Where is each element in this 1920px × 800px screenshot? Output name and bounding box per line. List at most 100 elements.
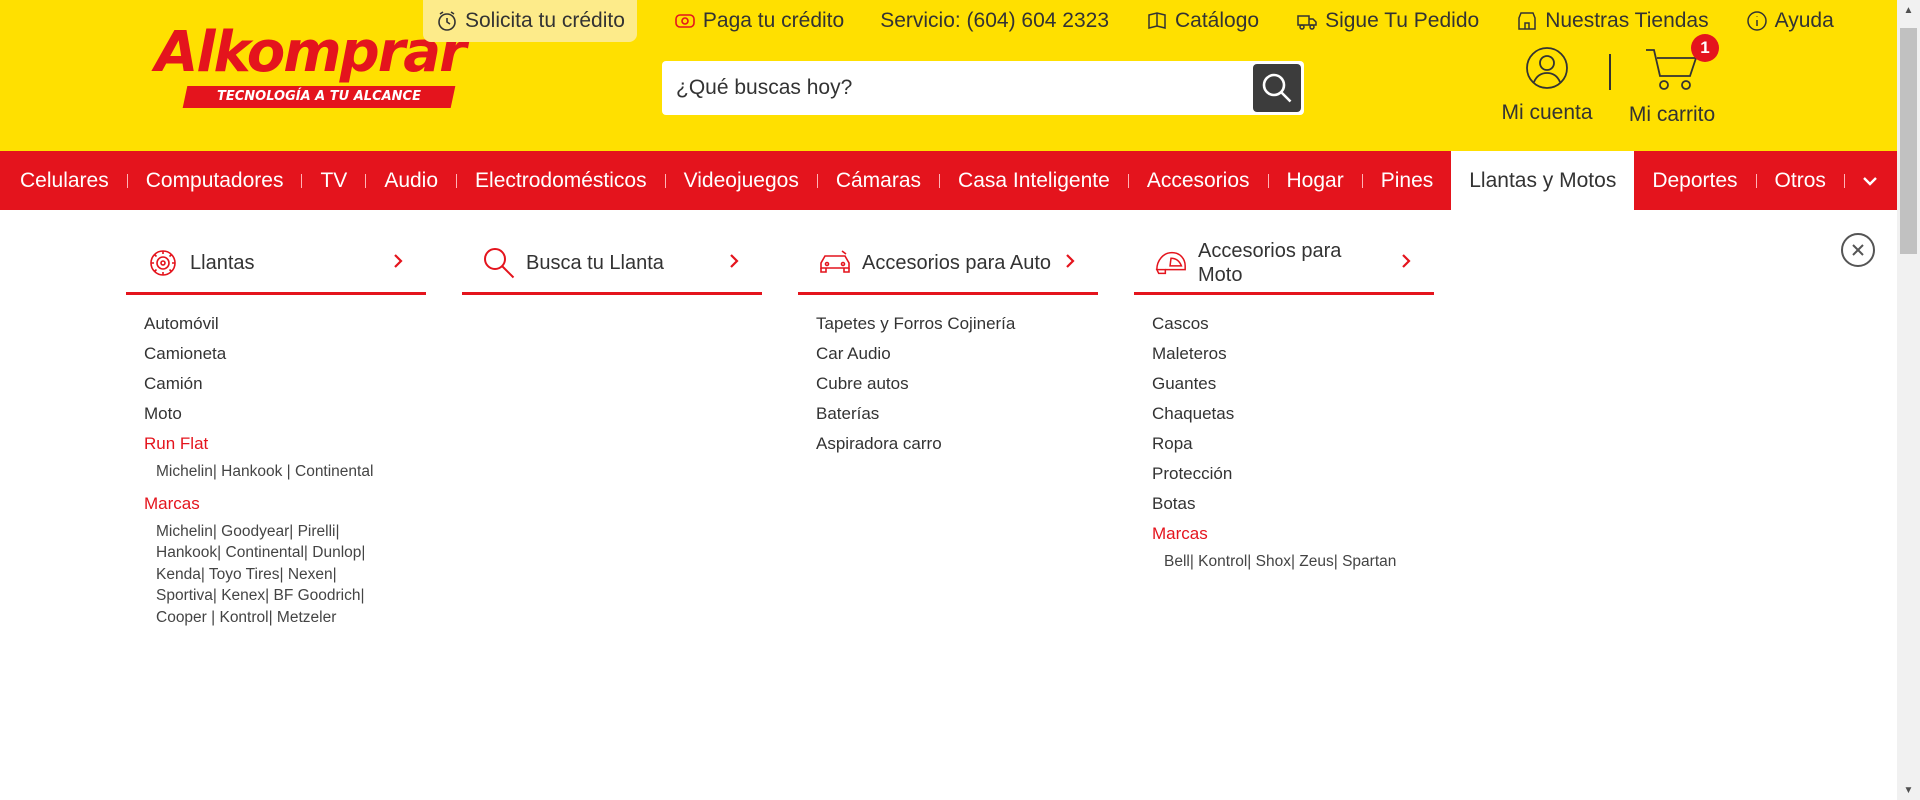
menu-link-tapetes[interactable]: Tapetes y Forros Cojinería: [816, 309, 1098, 339]
menu-column-title: Accesorios para Auto: [862, 251, 1051, 274]
nav-item-camaras[interactable]: Cámaras: [818, 151, 939, 210]
menu-link-automovil[interactable]: Automóvil: [144, 309, 426, 339]
store-icon: [1518, 12, 1536, 30]
site-header: Alkomprar TECNOLOGÍA A TU ALCANCE Solici…: [0, 0, 1897, 151]
solicita-credito-link[interactable]: Solicita tu crédito: [423, 0, 637, 42]
close-menu-button[interactable]: [1841, 233, 1875, 267]
menu-link-ropa[interactable]: Ropa: [1152, 429, 1434, 459]
top-link-label: Servicio: (604) 604 2323: [880, 9, 1109, 32]
header-divider: [1609, 54, 1611, 90]
mi-carrito-button[interactable]: 1 Mi carrito: [1625, 34, 1719, 127]
scrollbar-thumb[interactable]: [1900, 28, 1917, 254]
menu-link-chaquetas[interactable]: Chaquetas: [1152, 399, 1434, 429]
search-button[interactable]: [1253, 64, 1301, 112]
run-flat-brands[interactable]: Michelin| Hankook | Continental: [144, 461, 414, 483]
menu-list: Automóvil Camioneta Camión Moto Run Flat…: [126, 309, 426, 628]
menu-link-marcas-moto[interactable]: Marcas: [1152, 519, 1434, 549]
user-icon: [1526, 47, 1568, 89]
nav-item-otros[interactable]: Otros: [1757, 151, 1844, 210]
nav-item-pines[interactable]: Pines: [1363, 151, 1452, 210]
menu-column-accesorios-moto: Accesorios para Moto Cascos Maleteros Gu…: [1134, 233, 1434, 579]
mi-cuenta-button[interactable]: Mi cuenta: [1500, 46, 1594, 125]
top-link-label: Catálogo: [1175, 9, 1260, 32]
chevron-down-icon: [1863, 176, 1877, 186]
top-link-label: Paga tu crédito: [702, 9, 845, 32]
nav-item-hogar[interactable]: Hogar: [1269, 151, 1362, 210]
catalog-icon: [1148, 12, 1166, 29]
info-icon: [1746, 11, 1767, 31]
page-scrollbar[interactable]: ▲ ▼: [1897, 0, 1920, 800]
scroll-down-arrow[interactable]: ▼: [1897, 780, 1920, 800]
nav-item-audio[interactable]: Audio: [366, 151, 456, 210]
paga-credito-link[interactable]: Paga tu crédito: [673, 0, 844, 42]
mi-cuenta-label: Mi cuenta: [1501, 101, 1593, 124]
mi-carrito-label: Mi carrito: [1628, 103, 1716, 126]
nav-item-videojuegos[interactable]: Videojuegos: [666, 151, 817, 210]
scroll-up-arrow[interactable]: ▲: [1897, 0, 1920, 20]
nav-item-tv[interactable]: TV: [302, 151, 365, 210]
menu-link-moto[interactable]: Moto: [144, 399, 426, 429]
nav-item-celulares[interactable]: Celulares: [0, 151, 127, 210]
nav-item-llantas-y-motos[interactable]: Llantas y Motos: [1451, 151, 1635, 210]
clock-icon: [438, 11, 456, 31]
servicio-phone-link[interactable]: Servicio: (604) 604 2323: [880, 0, 1109, 42]
search-input[interactable]: [662, 61, 1252, 115]
close-icon: [1852, 244, 1864, 256]
moto-brands-list[interactable]: Bell| Kontrol| Shox| Zeus| Spartan: [1152, 551, 1422, 573]
top-links-bar: Solicita tu crédito Paga tu crédito Serv…: [423, 0, 1870, 42]
sigue-pedido-link[interactable]: Sigue Tu Pedido: [1295, 0, 1479, 42]
tire-icon: [146, 246, 180, 280]
nav-item-electrodomesticos[interactable]: Electrodomésticos: [457, 151, 665, 210]
menu-column-header[interactable]: Busca tu Llanta: [462, 233, 762, 295]
menu-link-run-flat[interactable]: Run Flat: [144, 429, 426, 459]
truck-icon: [1297, 15, 1317, 30]
menu-link-proteccion[interactable]: Protección: [1152, 459, 1434, 489]
chevron-right-icon: [394, 254, 403, 268]
menu-column-accesorios-auto: Accesorios para Auto Tapetes y Forros Co…: [798, 233, 1098, 459]
top-link-label: Ayuda: [1774, 9, 1834, 32]
top-link-label: Sigue Tu Pedido: [1325, 9, 1480, 32]
menu-link-camioneta[interactable]: Camioneta: [144, 339, 426, 369]
menu-link-cubre-autos[interactable]: Cubre autos: [816, 369, 1098, 399]
menu-column-title: Busca tu Llanta: [526, 251, 664, 274]
nav-item-computadores[interactable]: Computadores: [128, 151, 302, 210]
search-bar: [662, 61, 1304, 115]
search-icon: [1262, 73, 1292, 103]
search-icon: [482, 246, 516, 280]
category-nav: Celulares Computadores TV Audio Electrod…: [0, 151, 1897, 210]
tire-brands-list[interactable]: Michelin| Goodyear| Pirelli| Hankook| Co…: [144, 521, 384, 629]
menu-link-camion[interactable]: Camión: [144, 369, 426, 399]
nav-item-casa-inteligente[interactable]: Casa Inteligente: [940, 151, 1128, 210]
catalogo-link[interactable]: Catálogo: [1145, 0, 1259, 42]
helmet-icon: [1154, 246, 1188, 280]
chevron-right-icon: [1402, 254, 1411, 268]
menu-column-title: Llantas: [190, 251, 255, 274]
nuestras-tiendas-link[interactable]: Nuestras Tiendas: [1515, 0, 1709, 42]
menu-column-header[interactable]: Llantas: [126, 233, 426, 295]
menu-link-maleteros[interactable]: Maleteros: [1152, 339, 1434, 369]
menu-list: Cascos Maleteros Guantes Chaquetas Ropa …: [1134, 309, 1434, 573]
menu-link-baterias[interactable]: Baterías: [816, 399, 1098, 429]
menu-column-header[interactable]: Accesorios para Auto: [798, 233, 1098, 295]
menu-link-aspiradora[interactable]: Aspiradora carro: [816, 429, 1098, 459]
menu-column-header[interactable]: Accesorios para Moto: [1134, 233, 1434, 295]
menu-column-title: Accesorios para Moto: [1198, 239, 1342, 286]
nav-item-accesorios[interactable]: Accesorios: [1129, 151, 1268, 210]
menu-column-busca-tu-llanta: Busca tu Llanta: [462, 233, 762, 295]
menu-link-cascos[interactable]: Cascos: [1152, 309, 1434, 339]
nav-item-deportes[interactable]: Deportes: [1634, 151, 1755, 210]
logo-tagline: TECNOLOGÍA A TU ALCANCE: [182, 86, 456, 108]
top-link-label: Solicita tu crédito: [465, 9, 625, 32]
llantas-motos-mega-menu: Llantas Automóvil Camioneta Camión Moto …: [0, 210, 1897, 800]
ayuda-link[interactable]: Ayuda: [1745, 0, 1834, 42]
menu-link-guantes[interactable]: Guantes: [1152, 369, 1434, 399]
nav-more-button[interactable]: [1845, 151, 1895, 210]
chevron-right-icon: [730, 254, 739, 268]
menu-link-marcas[interactable]: Marcas: [144, 489, 426, 519]
menu-link-car-audio[interactable]: Car Audio: [816, 339, 1098, 369]
cart-count-badge: 1: [1691, 34, 1719, 62]
menu-list: Tapetes y Forros Cojinería Car Audio Cub…: [798, 309, 1098, 459]
menu-link-botas[interactable]: Botas: [1152, 489, 1434, 519]
logo-wordmark: Alkomprar: [155, 20, 467, 85]
car-icon: [818, 246, 852, 280]
